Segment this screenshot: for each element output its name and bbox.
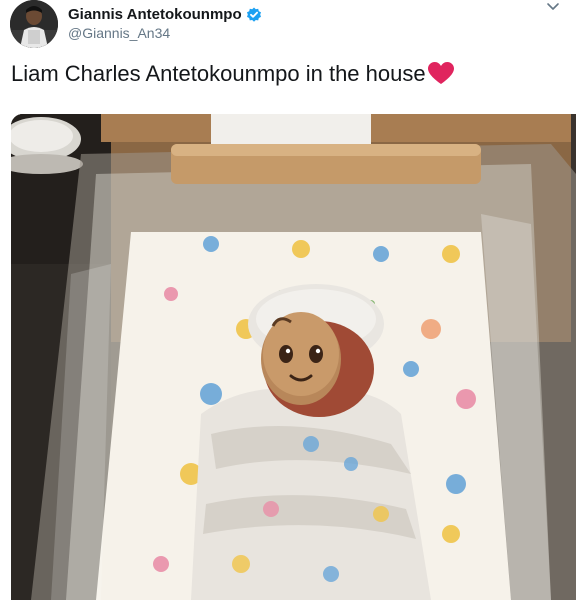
face-emoji-overlay	[261, 312, 341, 405]
photo-illustration	[11, 114, 576, 600]
tweet-header: Giannis Antetokounmpo @Giannis_An34	[10, 0, 566, 50]
tweet-card: Giannis Antetokounmpo @Giannis_An34 Liam…	[0, 0, 576, 600]
name-line: Giannis Antetokounmpo	[68, 6, 262, 23]
red-heart-icon	[427, 62, 454, 86]
user-handle[interactable]: @Giannis_An34	[68, 25, 170, 41]
display-name[interactable]: Giannis Antetokounmpo	[68, 6, 242, 23]
avatar[interactable]	[10, 0, 58, 48]
tweet-photo[interactable]	[11, 114, 576, 600]
tweet-body: Liam Charles Antetokounmpo in the house	[11, 61, 426, 86]
chevron-down-icon[interactable]	[546, 0, 560, 14]
verified-badge-icon	[246, 7, 262, 23]
tweet-text: Liam Charles Antetokounmpo in the house	[11, 60, 454, 88]
